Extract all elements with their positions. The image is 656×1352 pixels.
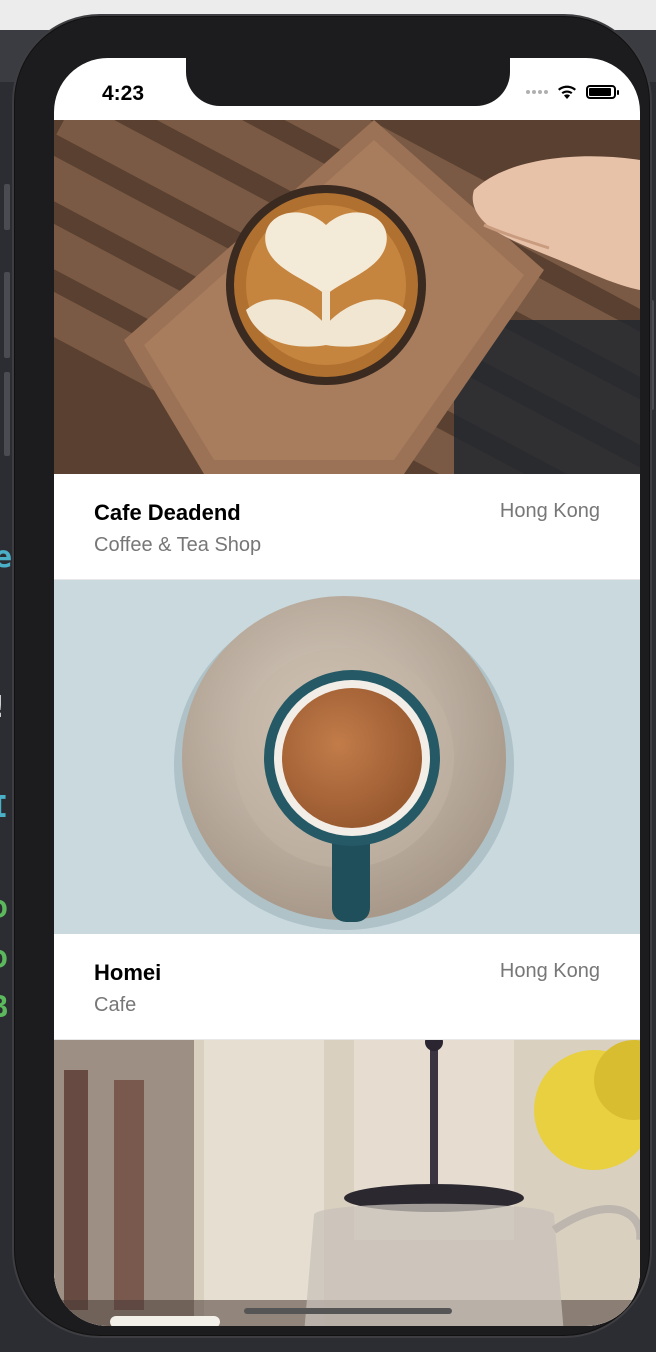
restaurant-type: Cafe [94,994,137,1016]
restaurant-info: Homei Hong Kong Cafe [54,934,640,1040]
restaurant-info: Cafe Deadend Hong Kong Coffee & Tea Shop [54,474,640,580]
latte-art-image [54,120,640,474]
code-fragment: I [0,790,8,825]
phone-screen: Cafe Deadend Hong Kong Coffee & Tea Shop [54,58,640,1326]
restaurant-photo [54,1040,640,1326]
restaurant-card-cafe-deadend[interactable]: Cafe Deadend Hong Kong Coffee & Tea Shop [54,120,640,580]
code-fragment: ! [0,690,8,725]
restaurant-photo [54,120,640,474]
code-fragment: o [0,890,8,925]
restaurant-card-homei[interactable]: Homei Hong Kong Cafe [54,580,640,1040]
code-fragment: e [0,540,13,575]
code-fragment: o [0,940,8,975]
home-indicator[interactable] [244,1308,452,1314]
french-press-image [54,1040,640,1326]
restaurant-card-third[interactable] [54,1040,640,1326]
battery-icon [586,85,619,99]
phone-frame: Cafe Deadend Hong Kong Coffee & Tea Shop [12,14,652,1338]
wifi-icon [558,85,576,99]
restaurant-photo [54,580,640,934]
signal-dots-icon [526,90,548,94]
status-icons [526,84,619,100]
editor-gutter-marker [4,184,10,230]
restaurant-name: Homei [94,960,162,985]
phone-notch [186,58,510,106]
restaurant-list[interactable]: Cafe Deadend Hong Kong Coffee & Tea Shop [54,120,640,1326]
restaurant-location: Hong Kong [499,500,600,522]
editor-gutter-marker [4,272,10,358]
restaurant-type: Coffee & Tea Shop [94,534,262,556]
status-time: 4:23 [102,82,145,105]
restaurant-name: Cafe Deadend [94,500,241,525]
editor-gutter-marker [4,372,10,456]
tea-cup-image [54,580,640,934]
code-fragment: B [0,990,8,1025]
restaurant-location: Hong Kong [499,960,600,982]
